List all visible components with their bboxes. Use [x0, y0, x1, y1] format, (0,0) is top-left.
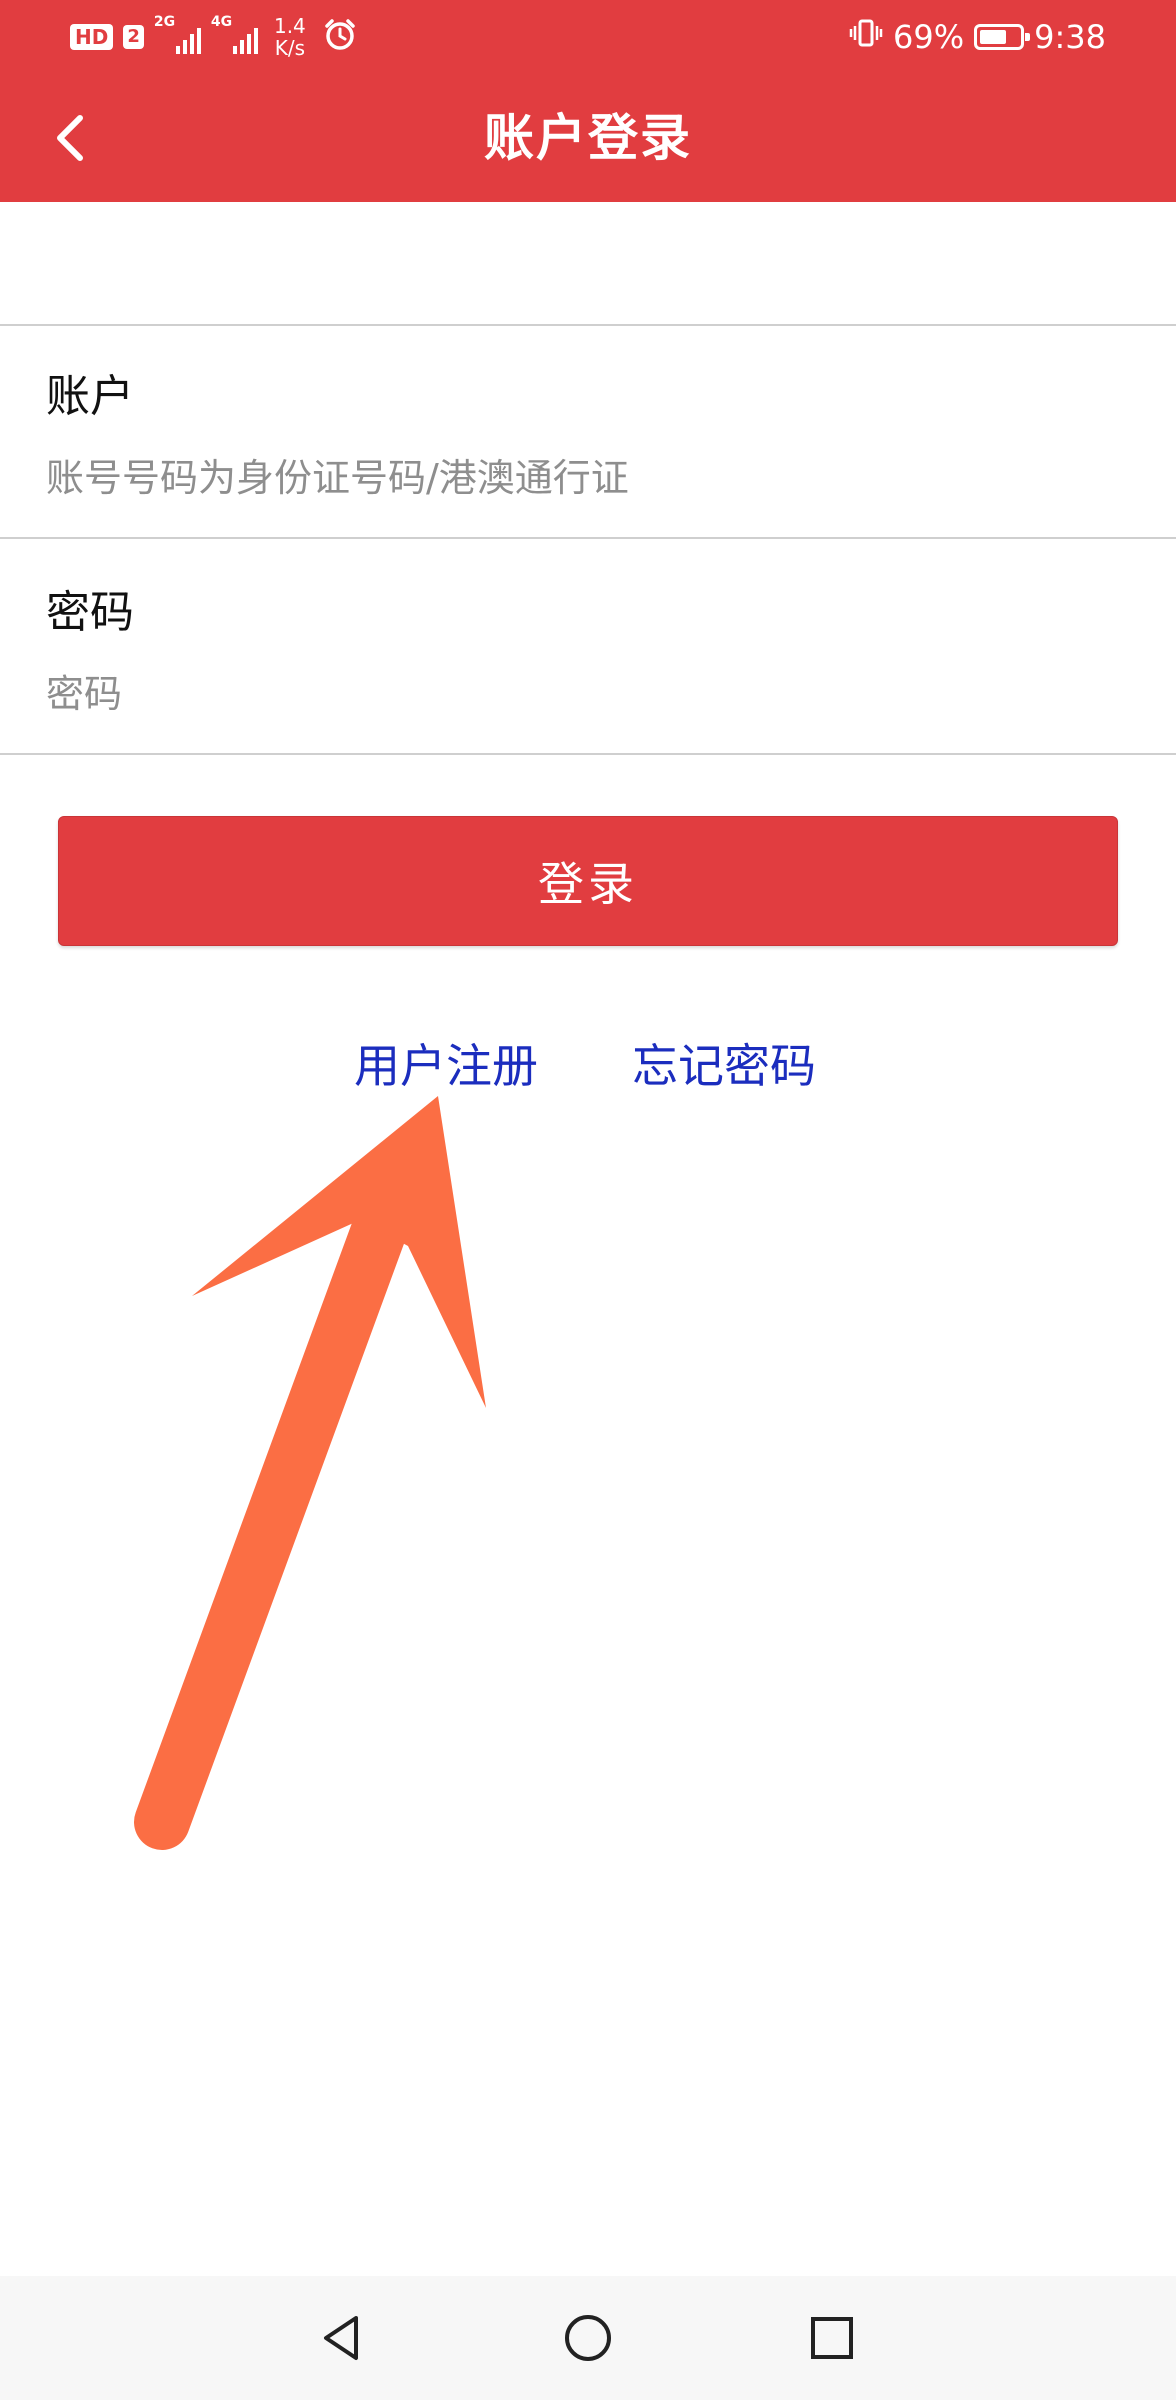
battery-icon	[974, 24, 1031, 50]
network-type-label: 2G	[153, 14, 176, 30]
forgot-password-link[interactable]: 忘记密码	[632, 1030, 816, 1096]
status-right: 69% 9:38	[849, 14, 1106, 60]
clock-time: 9:38	[1034, 18, 1106, 56]
network-type-label: 4G	[210, 14, 233, 30]
register-link[interactable]: 用户注册	[354, 1030, 538, 1096]
divider	[0, 753, 1176, 755]
battery-percent: 69%	[893, 18, 965, 56]
login-button[interactable]: 登录	[58, 816, 1118, 946]
annotation-arrow	[134, 1096, 486, 1850]
header: 账户登录	[0, 74, 1176, 202]
network-speed: 1.4 K/s	[273, 14, 306, 60]
vibrate-icon	[849, 16, 883, 58]
navigation-bar	[0, 2276, 1176, 2400]
app-screen: HD 2 2G 4G 1.4 K/s 69% 9:38 账户登录 账户 账号号码…	[0, 0, 1176, 2400]
status-bar: HD 2 2G 4G 1.4 K/s 69% 9:38	[0, 0, 1176, 74]
page-title: 账户登录	[484, 109, 692, 167]
top-bar: HD 2 2G 4G 1.4 K/s 69% 9:38 账户登录	[0, 0, 1176, 202]
home-circle-icon	[565, 2315, 611, 2361]
sim-badge: 2	[123, 25, 144, 49]
signal-icon: 4G	[211, 14, 258, 54]
signal-icon: 2G	[154, 14, 201, 54]
divider	[0, 537, 1176, 539]
account-label: 账户	[46, 371, 134, 422]
status-left: HD 2 2G 4G 1.4 K/s	[70, 12, 358, 62]
nav-recents-button[interactable]	[792, 2298, 872, 2378]
back-triangle-icon	[324, 2316, 358, 2360]
nav-home-button[interactable]	[548, 2298, 628, 2378]
hd-badge: HD	[70, 24, 114, 50]
account-input[interactable]	[46, 446, 1136, 510]
alarm-icon	[322, 17, 358, 57]
password-input[interactable]	[46, 662, 1136, 726]
password-label: 密码	[46, 587, 134, 638]
divider	[0, 324, 1176, 326]
nav-back-button[interactable]	[302, 2298, 382, 2378]
recents-square-icon	[811, 2317, 853, 2359]
